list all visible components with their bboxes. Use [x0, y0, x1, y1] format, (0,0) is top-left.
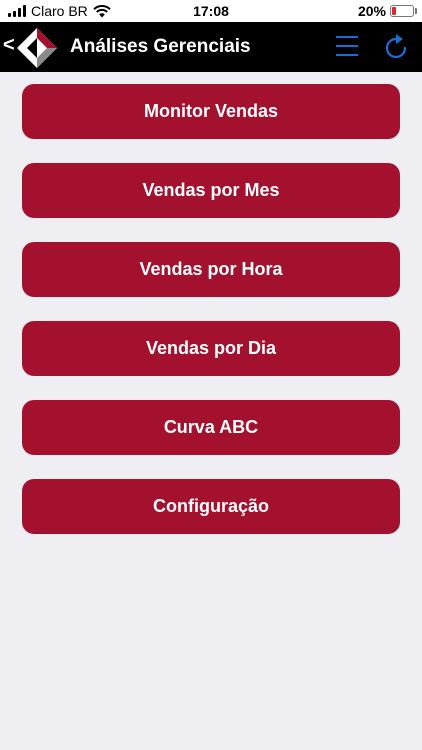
- battery-percent: 20%: [357, 3, 386, 19]
- logo-icon: [17, 28, 57, 68]
- hamburger-menu-icon[interactable]: [336, 36, 358, 58]
- menu-list: Monitor Vendas Vendas por Mes Vendas por…: [22, 84, 400, 558]
- battery-level: [392, 7, 396, 15]
- navigation-bar: < Análises Gerenciais: [0, 22, 422, 72]
- configuracao-button[interactable]: Configuração: [22, 479, 400, 534]
- vendas-por-hora-button[interactable]: Vendas por Hora: [22, 242, 400, 297]
- page-title: Análises Gerenciais: [70, 36, 251, 57]
- vendas-por-dia-button[interactable]: Vendas por Dia: [22, 321, 400, 376]
- vendas-por-mes-button[interactable]: Vendas por Mes: [22, 163, 400, 218]
- monitor-vendas-button[interactable]: Monitor Vendas: [22, 84, 400, 139]
- refresh-icon[interactable]: [383, 33, 409, 61]
- status-bar: Claro BR 17:08 20%: [0, 0, 422, 22]
- curva-abc-button[interactable]: Curva ABC: [22, 400, 400, 455]
- battery-icon: [390, 5, 417, 17]
- status-right: 20%: [357, 3, 417, 19]
- back-icon[interactable]: <: [3, 34, 15, 57]
